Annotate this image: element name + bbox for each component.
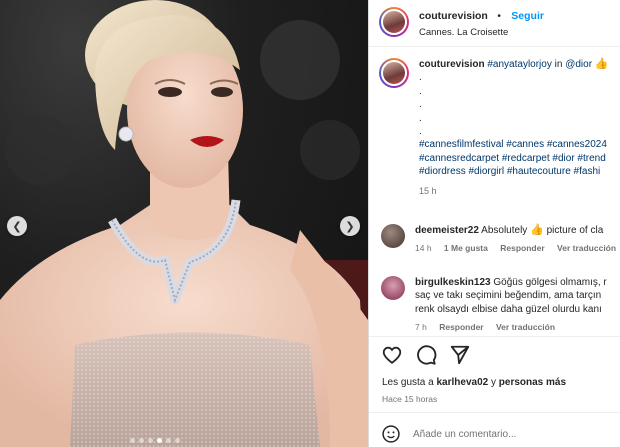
author-avatar[interactable] (379, 7, 409, 37)
hashtags-line[interactable]: #diordress #diorgirl #hautecouture #fash… (419, 165, 609, 178)
carousel-dot (148, 438, 153, 443)
comment-time[interactable]: 14 h (415, 243, 432, 253)
comment-text: saç ve takı seçimini beğendim, ama tarçı… (415, 290, 602, 302)
carousel-dot (175, 438, 180, 443)
likes-and: y (491, 377, 496, 388)
post-location[interactable]: Cannes. La Croisette (419, 27, 544, 38)
divider (369, 336, 620, 337)
follow-button[interactable]: Seguir (511, 10, 544, 22)
caption-dot: . (419, 112, 422, 124)
likes-summary: Les gusta a karlheva02 y personas más (382, 377, 566, 388)
comment-time[interactable]: 7 h (415, 322, 427, 332)
comment-icon[interactable] (415, 344, 437, 366)
hashtags-line[interactable]: #cannesredcarpet #redcarpet #dior #trend (419, 152, 609, 165)
add-comment-input[interactable]: Añade un comentario... (413, 429, 516, 440)
caption-username[interactable]: couturevision (419, 59, 485, 70)
mention-brand[interactable]: @dior (565, 59, 592, 70)
add-comment-bar: Añade un comentario... (381, 424, 516, 444)
caption-dot: . (419, 72, 422, 84)
post-sidebar: couturevision • Seguir Cannes. La Croise… (368, 0, 620, 447)
comment-likes[interactable]: 1 Me gusta (444, 243, 488, 253)
chevron-right-icon: ❯ (345, 220, 355, 233)
carousel-dot (130, 438, 135, 443)
comment-text: Göğüs gölgesi olmamış, r (493, 277, 607, 288)
post-photo[interactable]: ❮ ❯ (0, 0, 368, 447)
commenter-avatar[interactable] (381, 224, 405, 248)
see-translation-link[interactable]: Ver traducción (557, 243, 616, 253)
heart-icon[interactable] (381, 344, 403, 366)
comment: deemeister22 Absolutely 👍 picture of cla… (381, 224, 620, 256)
commenter-avatar[interactable] (381, 276, 405, 300)
post-modal: ❮ ❯ couturevision • Seguir Cannes. La Cr… (0, 0, 620, 447)
photo-illustration (0, 0, 368, 447)
posted-time[interactable]: Hace 15 horas (382, 394, 437, 404)
carousel-dot (139, 438, 144, 443)
mention-actor[interactable]: #anyataylorjoy (487, 59, 551, 70)
comment-text: renk olsaydı elbise daha güzel olurdu ka… (415, 303, 602, 315)
carousel-dot-active (157, 438, 162, 443)
caption-dot: . (419, 85, 422, 97)
smiley-icon[interactable] (381, 424, 401, 444)
post-actions (381, 344, 471, 366)
reply-button[interactable]: Responder (500, 243, 544, 253)
liker-username[interactable]: karlheva02 (437, 377, 489, 388)
carousel-dots (130, 438, 180, 443)
caption-dot: . (419, 126, 422, 138)
carousel-dot (166, 438, 171, 443)
comment: birgulkeskin123 Göğüs gölgesi olmamış, r… (381, 276, 620, 335)
send-icon[interactable] (449, 344, 471, 366)
commenter-username[interactable]: deemeister22 (415, 225, 479, 236)
caption: couturevision #anyataylorjoy in @dior 👍 … (379, 58, 620, 198)
caption-time[interactable]: 15 h (419, 185, 609, 198)
see-translation-link[interactable]: Ver traducción (496, 322, 555, 332)
chevron-left-icon: ❮ (12, 220, 22, 233)
likes-prefix: Les gusta a (382, 377, 434, 388)
caption-avatar[interactable] (379, 58, 409, 88)
thumbs-up-emoji: 👍 (530, 224, 544, 236)
author-username[interactable]: couturevision (419, 10, 488, 22)
comment-text: picture of cla (546, 225, 604, 236)
likes-others-link[interactable]: personas más (499, 377, 566, 388)
comment-text: Absolutely (481, 225, 528, 236)
previous-photo-button[interactable]: ❮ (7, 216, 27, 236)
commenter-username[interactable]: birgulkeskin123 (415, 277, 491, 288)
divider (369, 46, 620, 47)
divider (369, 412, 620, 413)
post-header: couturevision • Seguir Cannes. La Croise… (379, 6, 619, 38)
caption-in-word: in (554, 59, 563, 70)
hashtags-line[interactable]: #cannesfilmfestival #cannes #cannes2024 (419, 138, 609, 151)
separator-dot: • (497, 11, 501, 22)
caption-dot: . (419, 99, 422, 111)
reply-button[interactable]: Responder (439, 322, 483, 332)
next-photo-button[interactable]: ❯ (340, 216, 360, 236)
thumbs-up-emoji: 👍 (594, 58, 609, 70)
